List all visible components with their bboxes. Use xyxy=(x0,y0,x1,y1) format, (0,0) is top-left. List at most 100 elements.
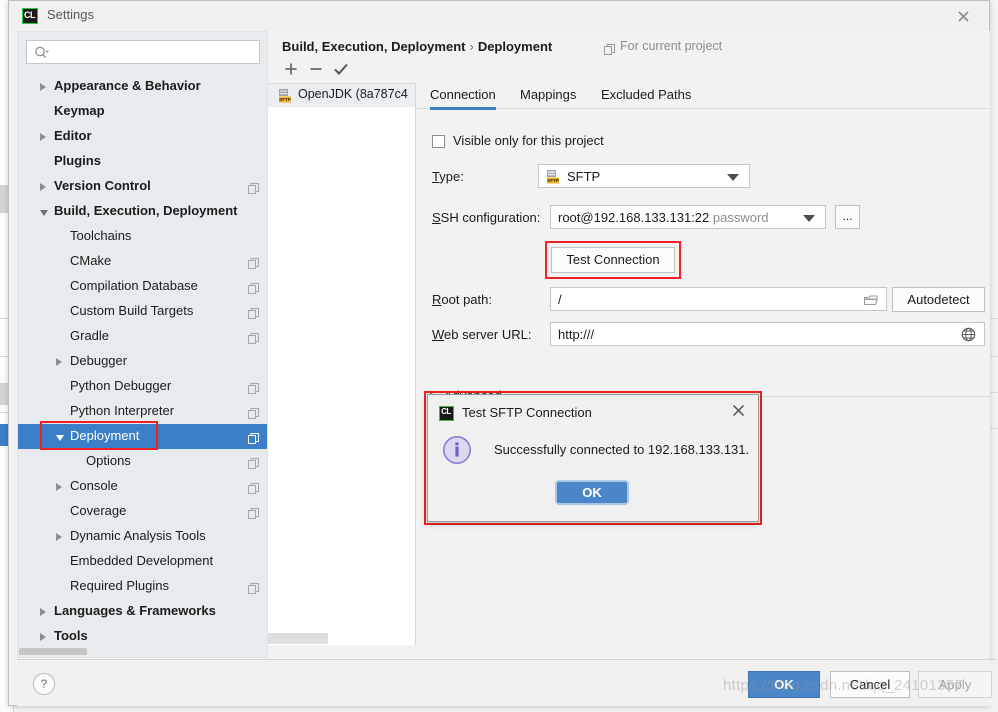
sidebar-item-options[interactable]: Options xyxy=(18,449,267,474)
sidebar-item-appearance-behavior[interactable]: Appearance & Behavior xyxy=(18,74,267,99)
sidebar-item-label: Debugger xyxy=(70,353,128,368)
web-server-url-value: http:/// xyxy=(558,327,595,342)
sidebar-horizontal-scrollbar[interactable] xyxy=(18,645,267,657)
sidebar-item-deployment[interactable]: Deployment xyxy=(18,424,267,449)
chevron-right-icon[interactable] xyxy=(40,183,46,191)
sidebar-item-editor[interactable]: Editor xyxy=(18,124,267,149)
visible-only-checkbox-row[interactable]: Visible only for this project xyxy=(416,130,716,150)
sidebar-item-label: Python Debugger xyxy=(70,378,172,393)
sidebar-item-label: Custom Build Targets xyxy=(70,303,194,318)
sidebar-item-plugins[interactable]: Plugins xyxy=(18,149,267,174)
settings-window: CL Settings Appearance & Behavior Keymap E… xyxy=(8,0,997,706)
visible-only-checkbox[interactable] xyxy=(432,135,445,148)
sidebar-item-version-control[interactable]: Version Control xyxy=(18,174,267,199)
sidebar-item-label: Tools xyxy=(54,628,88,643)
sftp-server-icon: SFTP xyxy=(278,88,293,103)
sidebar-item-label: Python Interpreter xyxy=(70,403,175,418)
tab-connection[interactable]: Connection xyxy=(430,83,496,110)
sidebar-item-build-execution-deployment[interactable]: Build, Execution, Deployment xyxy=(18,199,267,224)
copy-settings-icon xyxy=(248,256,259,269)
sftp-type-icon: SFTP xyxy=(546,169,561,187)
chevron-down-icon[interactable] xyxy=(40,210,48,216)
sidebar-item-embedded-development[interactable]: Embedded Development xyxy=(18,549,267,574)
scrollbar-thumb[interactable] xyxy=(268,633,328,644)
scrollbar-thumb[interactable] xyxy=(19,648,87,655)
ssh-browse-button[interactable]: ... xyxy=(835,205,860,229)
sidebar-item-label: Gradle xyxy=(70,328,110,343)
sidebar-item-gradle[interactable]: Gradle xyxy=(18,324,267,349)
add-server-button[interactable] xyxy=(280,58,302,80)
window-titlebar: CL Settings xyxy=(9,1,989,31)
chevron-right-icon[interactable] xyxy=(56,533,62,541)
chevron-down-icon[interactable] xyxy=(727,174,739,181)
ssh-configuration-combobox[interactable]: root@192.168.133.131:22 password xyxy=(550,205,826,229)
close-icon[interactable] xyxy=(953,6,975,26)
close-icon[interactable] xyxy=(732,404,748,420)
sidebar-item-label: Toolchains xyxy=(70,228,132,243)
autodetect-button[interactable]: Autodetect xyxy=(892,287,985,312)
server-list: SFTP OpenJDK (8a787c4 xyxy=(268,83,416,645)
tab-mappings[interactable]: Mappings xyxy=(520,83,576,110)
copy-settings-icon xyxy=(248,406,259,419)
sidebar-item-console[interactable]: Console xyxy=(18,474,267,499)
visible-only-label: Visible only for this project xyxy=(453,133,604,148)
sidebar-item-label: Console xyxy=(70,478,118,493)
breadcrumb-root[interactable]: Build, Execution, Deployment xyxy=(282,39,465,54)
chevron-right-icon[interactable] xyxy=(40,608,46,616)
chevron-down-icon[interactable] xyxy=(56,435,64,441)
dialog-ok-button[interactable]: OK xyxy=(555,480,629,505)
sidebar-item-label: Languages & Frameworks xyxy=(54,603,216,618)
type-combobox[interactable]: SFTP SFTP xyxy=(538,164,750,188)
window-title: Settings xyxy=(47,7,94,22)
sidebar-item-custom-build-targets[interactable]: Custom Build Targets xyxy=(18,299,267,324)
breadcrumb-current: Deployment xyxy=(477,39,553,54)
sidebar-item-dynamic-analysis-tools[interactable]: Dynamic Analysis Tools xyxy=(18,524,267,549)
sidebar-item-label: Coverage xyxy=(70,503,127,518)
settings-detail-panel: Build, Execution, Deployment › Deployment … xyxy=(268,31,990,658)
set-default-button[interactable] xyxy=(330,58,352,80)
search-input[interactable] xyxy=(55,44,255,61)
web-server-url-field[interactable]: http:/// xyxy=(550,322,985,346)
remove-server-button[interactable] xyxy=(305,58,327,80)
sidebar-item-required-plugins[interactable]: Required Plugins xyxy=(18,574,267,599)
folder-icon[interactable] xyxy=(863,294,878,309)
sidebar-item-label: Dynamic Analysis Tools xyxy=(70,528,206,543)
test-connection-label: Test Connection xyxy=(566,252,660,267)
type-label: Type: xyxy=(432,169,464,184)
search-input-wrapper[interactable] xyxy=(26,40,260,64)
info-icon xyxy=(442,435,472,465)
root-path-field[interactable]: / xyxy=(550,287,887,311)
chevron-down-icon[interactable] xyxy=(803,215,815,222)
chevron-right-icon[interactable] xyxy=(40,633,46,641)
test-connection-button[interactable]: Test Connection xyxy=(551,247,675,273)
bg-artifact-line xyxy=(990,392,998,393)
sidebar-item-python-interpreter[interactable]: Python Interpreter xyxy=(18,399,267,424)
bg-artifact-line xyxy=(990,356,998,357)
copy-settings-icon xyxy=(248,306,259,319)
sidebar-item-debugger[interactable]: Debugger xyxy=(18,349,267,374)
server-list-horizontal-scrollbar[interactable] xyxy=(268,632,415,645)
chevron-right-icon[interactable] xyxy=(56,358,62,366)
help-button[interactable]: ? xyxy=(33,673,55,695)
globe-icon[interactable] xyxy=(961,327,976,345)
dialog-message: Successfully connected to 192.168.133.13… xyxy=(494,442,750,457)
list-item[interactable]: SFTP OpenJDK (8a787c4 xyxy=(268,84,415,107)
sidebar-item-compilation-database[interactable]: Compilation Database xyxy=(18,274,267,299)
copy-settings-icon xyxy=(248,331,259,344)
sidebar-item-label: Required Plugins xyxy=(70,578,170,593)
chevron-right-icon[interactable] xyxy=(56,483,62,491)
sidebar-item-languages-frameworks[interactable]: Languages & Frameworks xyxy=(18,599,267,624)
sidebar-item-python-debugger[interactable]: Python Debugger xyxy=(18,374,267,399)
sidebar-item-toolchains[interactable]: Toolchains xyxy=(18,224,267,249)
chevron-right-icon[interactable] xyxy=(40,133,46,141)
sidebar-item-cmake[interactable]: CMake xyxy=(18,249,267,274)
ssh-auth-type: password xyxy=(712,210,769,225)
sidebar-item-label: Options xyxy=(86,453,131,468)
copy-settings-icon xyxy=(248,181,259,194)
copy-settings-icon xyxy=(248,431,259,444)
sidebar-item-coverage[interactable]: Coverage xyxy=(18,499,267,524)
chevron-right-icon[interactable] xyxy=(40,83,46,91)
tab-excluded-paths[interactable]: Excluded Paths xyxy=(601,83,691,110)
sidebar-item-label: Keymap xyxy=(54,103,105,118)
sidebar-item-keymap[interactable]: Keymap xyxy=(18,99,267,124)
